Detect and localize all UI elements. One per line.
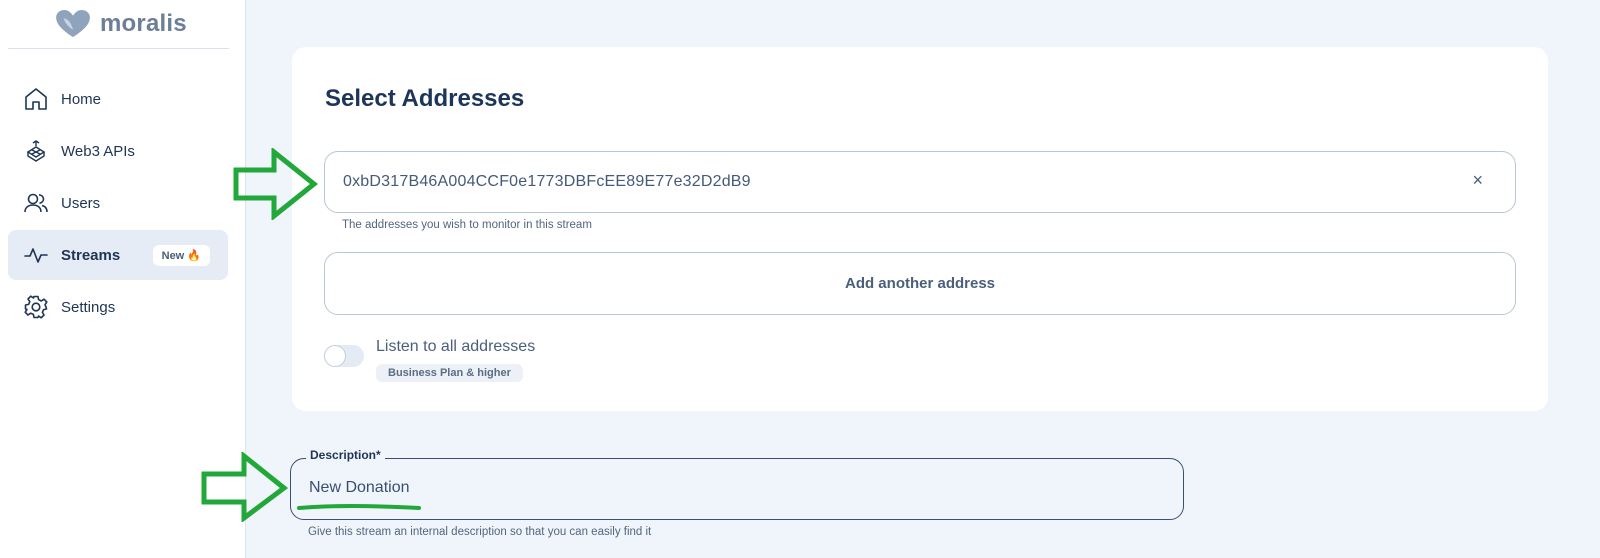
brand-name: moralis [100, 10, 187, 37]
sidebar-item-home[interactable]: Home [8, 74, 228, 124]
app-root: moralis Home Web3 APIs Users Streams New… [0, 0, 1600, 558]
description-field [290, 458, 1184, 520]
card-title: Select Addresses [325, 85, 525, 112]
description-hint: Give this stream an internal description… [308, 526, 652, 538]
description-label: Description* [306, 448, 385, 462]
sidebar-item-label: Users [61, 194, 101, 212]
sidebar-item-web3-apis[interactable]: Web3 APIs [8, 126, 228, 176]
sidebar-divider [8, 48, 229, 49]
select-addresses-card: Select Addresses × The addresses you wis… [292, 47, 1548, 411]
listen-all-label: Listen to all addresses [376, 338, 536, 355]
toggle-knob [324, 345, 346, 367]
address-field: × [324, 151, 1516, 213]
home-icon [23, 86, 49, 112]
clear-address-button[interactable]: × [1472, 170, 1483, 191]
green-arrow-icon [233, 148, 318, 220]
web3-apis-icon [23, 138, 49, 164]
description-input[interactable] [309, 479, 1149, 497]
sidebar-item-settings[interactable]: Settings [8, 282, 228, 332]
new-badge: New 🔥 [152, 244, 210, 266]
add-another-address-button[interactable]: Add another address [324, 252, 1516, 315]
listen-all-toggle[interactable] [324, 345, 364, 367]
green-arrow-icon [201, 452, 288, 522]
sidebar-item-label: Settings [61, 298, 116, 316]
sidebar-item-label: Streams [61, 246, 121, 264]
sidebar-nav: Home Web3 APIs Users Streams New 🔥 Setti… [8, 74, 228, 334]
plan-badge: Business Plan & higher [376, 364, 523, 382]
brand-logo[interactable]: moralis [54, 8, 187, 40]
address-hint: The addresses you wish to monitor in thi… [342, 219, 592, 231]
green-underline [297, 504, 421, 510]
sidebar-item-streams[interactable]: Streams New 🔥 [8, 230, 228, 280]
address-input[interactable] [343, 173, 1443, 191]
gear-icon [23, 294, 49, 320]
sidebar-item-label: Home [61, 90, 102, 108]
users-icon [23, 190, 49, 216]
sidebar-item-label: Web3 APIs [61, 142, 135, 160]
sidebar-item-users[interactable]: Users [8, 178, 228, 228]
moralis-heart-logo-icon [56, 9, 90, 38]
pulse-icon [23, 242, 49, 268]
